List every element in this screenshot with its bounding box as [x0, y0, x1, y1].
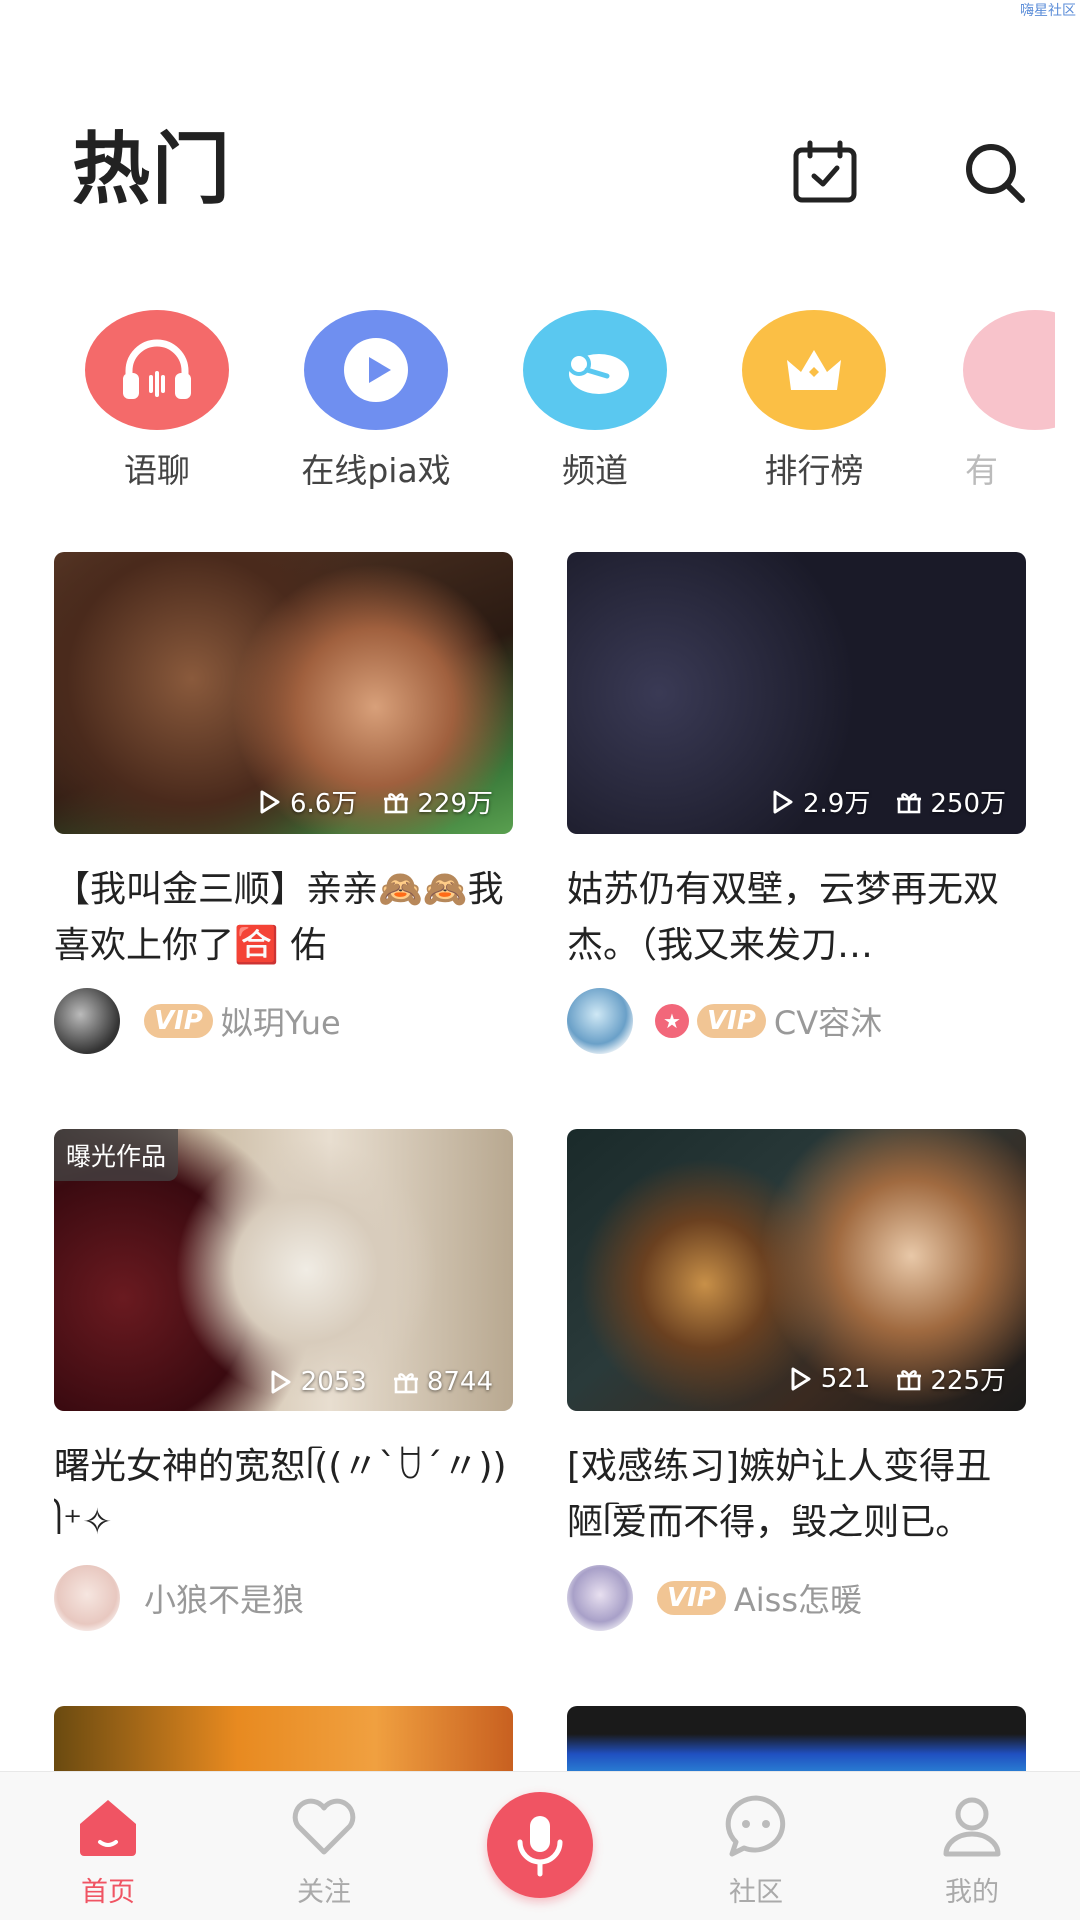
work-card[interactable]: 521 225万 [戏感练习]嫉妒让人变得丑陋ᥬ爱而不得，毁之则已。 VIP A…	[567, 1129, 1026, 1631]
work-stats: 521 225万	[787, 1360, 1006, 1397]
avatar[interactable]	[567, 988, 633, 1054]
exposure-badge: 曝光作品	[54, 1129, 179, 1181]
nav-community[interactable]: 社区	[676, 1790, 836, 1909]
vip-badge: VIP	[697, 1004, 766, 1038]
watermark: 嗨星社区	[1020, 3, 1076, 19]
work-stats: 6.6万 229万	[256, 783, 493, 820]
category-channel[interactable]: 频道	[495, 310, 695, 492]
category-voice-chat[interactable]: 语聊	[57, 310, 257, 492]
user-icon	[943, 1797, 1001, 1857]
work-thumbnail: 曝光作品 2053 8744	[54, 1129, 513, 1411]
author-name[interactable]: 姒玥Yue	[221, 998, 341, 1044]
play-count: 6.6万	[290, 789, 358, 819]
work-stats: 2.9万 250万	[769, 783, 1006, 820]
author-row[interactable]: 小狼不是狼	[54, 1565, 513, 1631]
work-thumbnail: 521 225万	[567, 1129, 1026, 1411]
gift-icon	[897, 1369, 922, 1390]
record-button[interactable]	[487, 1792, 593, 1898]
star-badge-icon: ★	[655, 1004, 689, 1038]
nav-home[interactable]: 首页	[28, 1790, 188, 1909]
gift-icon	[384, 792, 409, 813]
work-thumbnail: 2.9万 250万	[567, 552, 1026, 834]
author-row[interactable]: ★ VIP CV容沐	[567, 988, 1026, 1054]
work-card[interactable]: 曝光作品 2053 8744 曙光女神的宽恕ᥬ((〃`ꇴ´〃))ᩤ⁺✧ 小狼不是…	[54, 1129, 513, 1631]
author-name[interactable]: 小狼不是狼	[144, 1575, 304, 1621]
chat-bubble-icon	[725, 1795, 786, 1857]
work-card[interactable]: 6.6万 229万 【我叫金三顺】亲亲🙈🙈我喜欢上你了🈴 佑 VIP 姒玥Yue	[54, 552, 513, 1054]
gift-icon	[393, 1373, 418, 1394]
gift-icon	[897, 792, 922, 813]
avatar[interactable]	[54, 1565, 120, 1631]
nav-follow[interactable]: 关注	[244, 1790, 404, 1909]
gift-count: 229万	[417, 789, 493, 819]
play-icon	[304, 310, 448, 430]
partial-icon	[963, 310, 1055, 430]
author-name[interactable]: Aiss怎暖	[734, 1575, 862, 1621]
headphones-icon	[85, 310, 229, 430]
nav-label: 我的	[945, 1877, 999, 1908]
hot-page: 嗨星社区 热门 语聊 在线pia戏 频道 排行榜 有 6.6万 229万 【我叫…	[0, 0, 1080, 1920]
category-row: 语聊 在线pia戏 频道 排行榜 有	[0, 310, 1080, 500]
play-count-icon	[773, 790, 793, 813]
category-partial[interactable]: 有	[935, 310, 1055, 500]
heart-icon	[292, 1798, 356, 1855]
gift-count: 225万	[930, 1366, 1006, 1396]
vip-badge: VIP	[657, 1581, 726, 1615]
vip-badge: VIP	[144, 1004, 213, 1038]
channel-icon	[523, 310, 667, 430]
crown-icon	[742, 310, 886, 430]
author-row[interactable]: VIP Aiss怎暖	[567, 1565, 1026, 1631]
work-title[interactable]: 【我叫金三顺】亲亲🙈🙈我喜欢上你了🈴 佑	[54, 862, 513, 974]
category-online-pia[interactable]: 在线pia戏	[276, 310, 476, 492]
category-label: 在线pia戏	[301, 451, 451, 490]
calendar-check-icon[interactable]	[790, 138, 860, 208]
gift-count: 250万	[930, 789, 1006, 819]
nav-label: 关注	[297, 1877, 351, 1908]
author-row[interactable]: VIP 姒玥Yue	[54, 988, 513, 1054]
play-count-icon	[260, 790, 280, 813]
microphone-icon	[517, 1816, 563, 1877]
gift-count: 8744	[426, 1367, 493, 1397]
play-count: 2053	[300, 1367, 367, 1397]
category-label: 有	[965, 451, 998, 490]
author-name[interactable]: CV容沐	[774, 998, 882, 1044]
nav-label: 首页	[81, 1877, 135, 1908]
page-title: 热门	[72, 125, 233, 215]
work-title[interactable]: 曙光女神的宽恕ᥬ((〃`ꇴ´〃))ᩤ⁺✧	[54, 1439, 513, 1551]
nav-profile[interactable]: 我的	[892, 1790, 1052, 1909]
home-icon	[80, 1800, 136, 1856]
work-title[interactable]: [戏感练习]嫉妒让人变得丑陋ᥬ爱而不得，毁之则已。	[567, 1439, 1026, 1551]
avatar[interactable]	[567, 1565, 633, 1631]
category-label: 频道	[562, 451, 628, 490]
play-count-icon	[271, 1370, 291, 1394]
work-title[interactable]: 姑苏仍有双壁，云梦再无双杰。（我又来发刀…	[567, 862, 1026, 974]
play-count: 2.9万	[803, 789, 871, 819]
work-thumbnail: 6.6万 229万	[54, 552, 513, 834]
nav-label: 社区	[729, 1877, 783, 1908]
search-icon[interactable]	[960, 138, 1030, 208]
category-label: 语聊	[124, 451, 190, 490]
category-ranking[interactable]: 排行榜	[714, 310, 914, 492]
play-count-icon	[791, 1367, 811, 1390]
category-label: 排行榜	[764, 451, 864, 490]
play-count: 521	[820, 1363, 871, 1394]
bottom-nav: 首页 关注 社区 我的	[0, 1771, 1080, 1920]
avatar[interactable]	[54, 988, 120, 1054]
work-stats: 2053 8744	[267, 1367, 493, 1397]
header: 热门	[72, 120, 1030, 230]
work-card[interactable]: 2.9万 250万 姑苏仍有双壁，云梦再无双杰。（我又来发刀… ★ VIP CV…	[567, 552, 1026, 1054]
